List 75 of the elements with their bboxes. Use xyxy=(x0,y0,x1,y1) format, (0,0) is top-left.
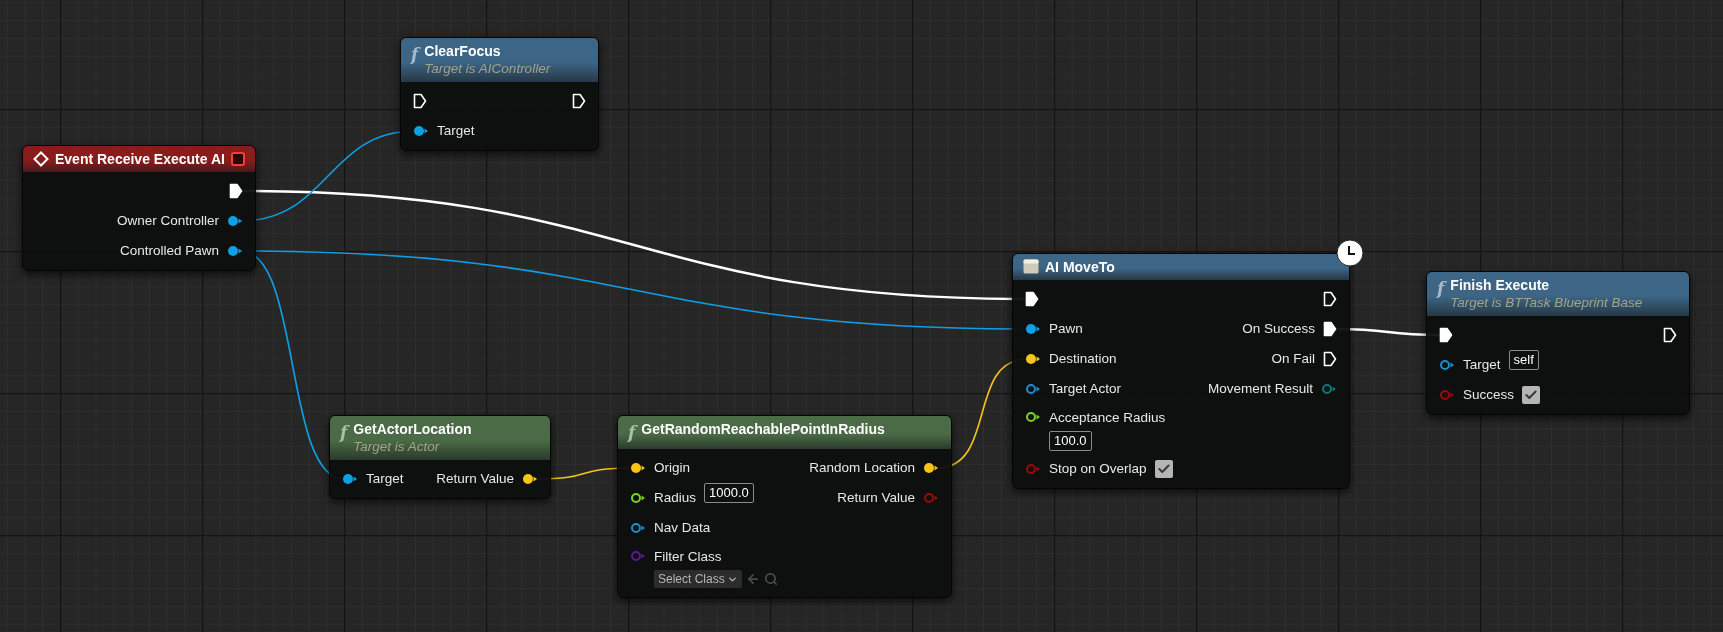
class-dropdown[interactable]: Select Class xyxy=(654,570,742,589)
data-pin-icon[interactable] xyxy=(227,245,243,257)
exec-pin-icon[interactable] xyxy=(572,93,586,109)
node-title: ClearFocus xyxy=(424,42,502,60)
node-title: Finish Execute xyxy=(1450,276,1551,294)
data-pin-icon[interactable] xyxy=(630,522,646,534)
exec-pin-icon[interactable] xyxy=(229,183,243,199)
stop-icon xyxy=(231,152,245,166)
checkbox[interactable] xyxy=(1154,460,1173,478)
pin-label: Target Actor xyxy=(1049,379,1122,398)
check-icon xyxy=(1156,462,1171,476)
value-field[interactable]: self xyxy=(1508,350,1539,370)
pin-label: Return Value xyxy=(436,469,514,488)
exec-pin-icon[interactable] xyxy=(1323,321,1337,337)
event-icon xyxy=(33,151,49,167)
exec-pin-icon[interactable] xyxy=(413,93,427,109)
pin-label: Controlled Pawn xyxy=(119,241,219,260)
data-pin-icon[interactable] xyxy=(1025,323,1041,335)
node-subtitle: Target is Actor xyxy=(353,438,441,456)
data-pin-icon[interactable] xyxy=(923,462,939,474)
value-field[interactable]: 100.0 xyxy=(1049,431,1092,452)
pin-label: Radius xyxy=(654,488,697,507)
exec-pin-icon[interactable] xyxy=(1025,291,1039,307)
data-pin-icon[interactable] xyxy=(413,125,429,137)
pin-label: Origin xyxy=(654,458,690,477)
function-icon: f xyxy=(411,44,419,64)
pin-label: Success xyxy=(1463,385,1515,404)
pin-label: Target xyxy=(366,469,404,488)
graph-node[interactable]: f GetRandomReachablePointInRadius Origin Radius 1000.0 Nav Data Filter Class Select Class Random Location Return Value xyxy=(617,415,952,598)
graph-node[interactable]: f ClearFocus Target is AIController Target xyxy=(400,37,599,151)
pin-label: Pawn xyxy=(1049,319,1083,338)
graph-node[interactable]: f GetActorLocation Target is Actor Target Return Value xyxy=(329,415,551,499)
node-title: Event Receive Execute AI xyxy=(55,150,225,168)
pin-label: Target xyxy=(437,121,475,140)
data-pin-icon[interactable] xyxy=(342,473,358,485)
node-title: AI MoveTo xyxy=(1045,258,1116,276)
node-subtitle: Target is AIController xyxy=(424,60,552,78)
node-subtitle: Target is BTTask Blueprint Base xyxy=(1450,294,1644,312)
pin-label: Movement Result xyxy=(1207,379,1313,398)
clock-icon xyxy=(1336,239,1364,267)
pin-label: Random Location xyxy=(809,458,915,477)
pin-label: Nav Data xyxy=(654,518,711,537)
pin-label: Destination xyxy=(1049,349,1117,368)
pin-label: Filter Class xyxy=(654,548,723,566)
node-title: GetRandomReachablePointInRadius xyxy=(641,420,886,438)
pin-label: Owner Controller xyxy=(116,211,219,230)
pin-label: Stop on Overlap xyxy=(1049,459,1147,478)
function-icon: f xyxy=(628,422,636,442)
function-icon: f xyxy=(340,422,348,442)
data-pin-icon[interactable] xyxy=(1025,411,1041,423)
graph-node[interactable]: AI MoveTo Pawn Destination Target Actor Acceptance Radius 100.0 Stop on Overlap On Success On Fail Movement Result xyxy=(1012,253,1350,489)
data-pin-icon[interactable] xyxy=(630,462,646,474)
data-pin-icon[interactable] xyxy=(1439,359,1455,371)
exec-pin-icon[interactable] xyxy=(1323,351,1337,367)
data-pin-icon[interactable] xyxy=(1025,353,1041,365)
graph-node[interactable]: f Finish Execute Target is BTTask Blueprint Base Target self Success xyxy=(1426,271,1690,415)
pin-label: Return Value xyxy=(837,488,915,507)
function-icon: f xyxy=(1437,278,1445,298)
box-icon xyxy=(1023,259,1039,274)
value-field[interactable]: 1000.0 xyxy=(704,483,754,503)
graph-node[interactable]: Event Receive Execute AI Owner Controller Controlled Pawn xyxy=(22,145,256,271)
exec-pin-icon[interactable] xyxy=(1663,327,1677,343)
data-pin-icon[interactable] xyxy=(522,473,538,485)
pin-label: Target xyxy=(1463,355,1501,374)
pin-label: On Success xyxy=(1242,319,1315,338)
exec-pin-icon[interactable] xyxy=(1323,291,1337,307)
checkbox[interactable] xyxy=(1522,386,1541,404)
node-title: GetActorLocation xyxy=(353,420,473,438)
data-pin-icon[interactable] xyxy=(227,215,243,227)
pin-label: Acceptance Radius xyxy=(1049,409,1166,427)
exec-pin-icon[interactable] xyxy=(1439,327,1453,343)
data-pin-icon[interactable] xyxy=(630,492,646,504)
check-icon xyxy=(1524,388,1539,402)
data-pin-icon[interactable] xyxy=(1025,383,1041,395)
pin-label: On Fail xyxy=(1271,349,1315,368)
